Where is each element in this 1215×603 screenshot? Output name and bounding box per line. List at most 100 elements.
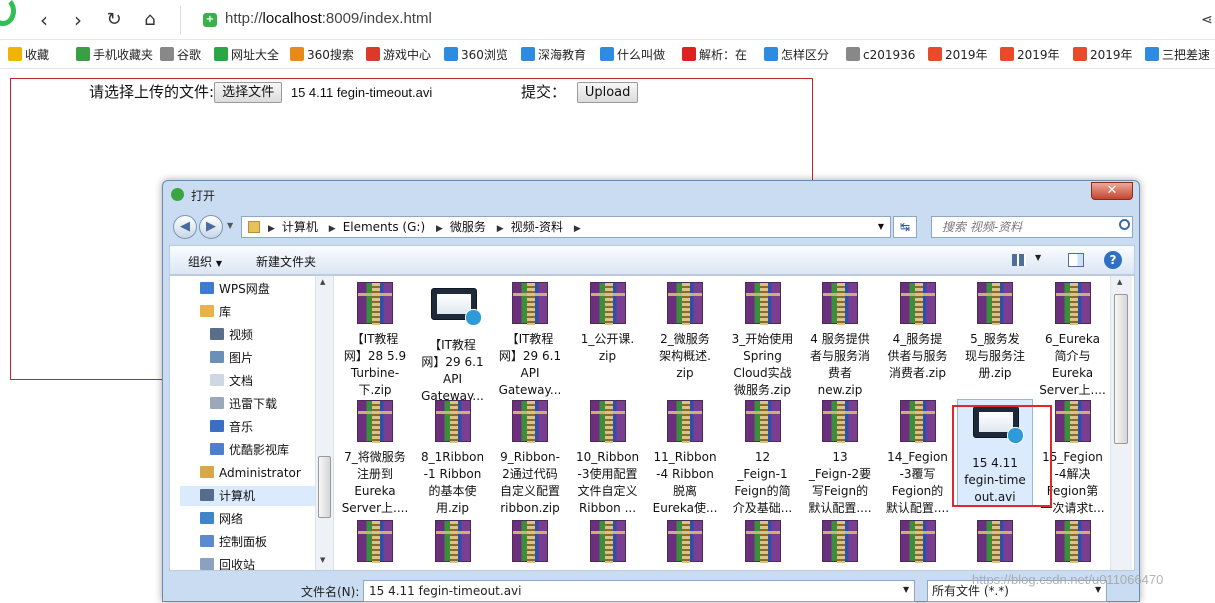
- file-item[interactable]: [803, 520, 877, 564]
- file-item[interactable]: 4 服务提供 者与服务消 费者 new.zip: [803, 282, 877, 399]
- file-item[interactable]: 3_开始使用 Spring Cloud实战 微服务.zip: [726, 282, 800, 399]
- breadcrumb-item[interactable]: 微服务: [450, 220, 486, 234]
- choose-file-button[interactable]: 选择文件: [214, 82, 283, 103]
- share-icon[interactable]: ⋖: [1195, 8, 1215, 32]
- breadcrumb-dropdown-icon[interactable]: ▼: [878, 217, 884, 237]
- bookmark-item[interactable]: 解析：在: [682, 46, 747, 64]
- file-icon: [586, 282, 630, 326]
- file-item[interactable]: 【IT教程 网】29 6.1 API Gateway...: [416, 282, 490, 405]
- file-name-line: Cloud实战: [733, 366, 792, 380]
- bookmark-item[interactable]: 怎样区分: [764, 46, 829, 64]
- file-item[interactable]: 13 _Feign-2要 写Feign的 默认配置....: [803, 400, 877, 517]
- address-bar[interactable]: + http://localhost:8009/index.html: [180, 6, 1180, 34]
- bookmark-item[interactable]: 2019年: [928, 46, 988, 64]
- file-item[interactable]: 11_Ribbon -4 Ribbon 脱离 Eureka使...: [648, 400, 722, 517]
- file-scrollbar[interactable]: ▲: [1110, 276, 1132, 570]
- file-item[interactable]: 【IT教程 网】28 5.9 Turbine- 下.zip: [338, 282, 412, 399]
- file-item[interactable]: [338, 520, 412, 564]
- reload-icon[interactable]: ↻: [102, 8, 126, 32]
- dialog-back-icon[interactable]: ◀: [173, 215, 197, 239]
- nav-item[interactable]: 图片: [210, 348, 253, 368]
- nav-scrollbar[interactable]: ▲ ▼: [315, 276, 333, 570]
- preview-pane-icon[interactable]: [1068, 253, 1084, 267]
- filename-input[interactable]: 15 4.11 fegin-timeout.avi: [363, 580, 915, 602]
- bookmark-item[interactable]: c201936: [846, 46, 915, 64]
- file-item[interactable]: [493, 520, 567, 564]
- file-item[interactable]: [648, 520, 722, 564]
- filename-dropdown-icon[interactable]: ▼: [903, 585, 909, 594]
- file-name-line: 用.zip: [435, 501, 470, 515]
- help-icon[interactable]: ?: [1104, 251, 1122, 269]
- bookmark-item[interactable]: 收藏: [8, 46, 49, 64]
- bookmark-icon: [764, 47, 778, 61]
- file-item[interactable]: [881, 520, 955, 564]
- file-item[interactable]: 2_微服务 架构概述. zip: [648, 282, 722, 382]
- nav-item[interactable]: 控制面板: [200, 532, 267, 552]
- breadcrumb-item[interactable]: 计算机: [282, 220, 318, 234]
- nav-item[interactable]: 库: [200, 302, 231, 322]
- nav-item[interactable]: WPS网盘: [200, 279, 270, 299]
- bookmark-item[interactable]: 360浏览: [444, 46, 508, 64]
- file-item[interactable]: [571, 520, 645, 564]
- breadcrumb[interactable]: ▶ 计算机 ▶ Elements (G:) ▶ 微服务 ▶ 视频-资料 ▶ ▼: [241, 216, 891, 238]
- file-item[interactable]: [958, 520, 1032, 564]
- bookmark-item[interactable]: 网址大全: [214, 46, 279, 64]
- file-item[interactable]: 6_Eureka 简介与 Eureka Server上....: [1036, 282, 1110, 399]
- bookmark-item[interactable]: 360搜索: [290, 46, 354, 64]
- nav-item[interactable]: 网络: [200, 509, 243, 529]
- file-item[interactable]: [1036, 520, 1110, 564]
- file-item[interactable]: 5_服务发 现与服务注 册.zip: [958, 282, 1032, 382]
- file-item[interactable]: [726, 520, 800, 564]
- nav-item[interactable]: 迅雷下载: [210, 394, 277, 414]
- file-icon: [818, 282, 862, 326]
- history-dropdown-icon[interactable]: ▼: [227, 221, 233, 230]
- view-options-icon[interactable]: [1012, 254, 1026, 266]
- nav-item[interactable]: Administrator: [200, 463, 301, 483]
- file-item[interactable]: 8_1Ribbon -1 Ribbon 的基本使 用.zip: [416, 400, 490, 517]
- file-item[interactable]: 9_Ribbon- 2通过代码 自定义配置 ribbon.zip: [493, 400, 567, 517]
- organize-button[interactable]: 组织 ▼: [188, 253, 222, 270]
- nav-item[interactable]: 音乐: [210, 417, 253, 437]
- new-folder-button[interactable]: 新建文件夹: [256, 253, 316, 270]
- nav-item[interactable]: 回收站: [200, 555, 255, 570]
- nav-scroll-thumb[interactable]: [318, 456, 331, 518]
- search-input[interactable]: 搜索 视频-资料: [931, 216, 1133, 238]
- nav-item[interactable]: 优酷影视库: [210, 440, 289, 460]
- view-dropdown-icon[interactable]: ▼: [1035, 253, 1041, 262]
- dialog-forward-icon[interactable]: ▶: [199, 215, 223, 239]
- nav-item[interactable]: 视频: [210, 325, 253, 345]
- upload-button[interactable]: Upload: [576, 82, 639, 103]
- bookmark-item[interactable]: 深海教育: [521, 46, 586, 64]
- file-scroll-thumb[interactable]: [1114, 294, 1128, 444]
- scroll-up-icon[interactable]: ▲: [1117, 278, 1122, 286]
- bookmark-item[interactable]: 什么叫做: [600, 46, 665, 64]
- bookmark-item[interactable]: 手机收藏夹: [76, 46, 153, 64]
- nav-item[interactable]: 计算机: [180, 486, 318, 506]
- dialog-close-button[interactable]: ✕: [1091, 182, 1133, 200]
- file-item[interactable]: 7_将微服务 注册到 Eureka Server上....: [338, 400, 412, 517]
- nav-item[interactable]: 文档: [210, 371, 253, 391]
- scroll-down-icon[interactable]: ▼: [320, 556, 325, 564]
- file-item[interactable]: 4_服务提 供者与服务 消费者.zip: [881, 282, 955, 382]
- file-item[interactable]: 10_Ribbon -3使用配置 文件自定义 Ribbon ...: [571, 400, 645, 517]
- bookmark-item[interactable]: 2019年: [1000, 46, 1060, 64]
- file-item[interactable]: 14_Fegion -3覆写 Fegion的 默认配置....: [881, 400, 955, 517]
- breadcrumb-item[interactable]: Elements (G:): [343, 220, 425, 234]
- search-icon[interactable]: [1119, 219, 1130, 230]
- bookmark-item[interactable]: 游戏中心: [366, 46, 431, 64]
- file-item[interactable]: [416, 520, 490, 564]
- file-item[interactable]: 12 _Feign-1 Feign的简 介及基础...: [726, 400, 800, 517]
- file-item[interactable]: 1_公开课. zip: [571, 282, 645, 365]
- refresh-icon[interactable]: ↹: [893, 216, 917, 238]
- bookmark-icon: [521, 47, 535, 61]
- bookmark-item[interactable]: 三把差速: [1145, 46, 1210, 64]
- back-icon[interactable]: ‹: [32, 8, 56, 32]
- file-name-line: 写Feign的: [811, 484, 869, 498]
- scroll-up-icon[interactable]: ▲: [320, 278, 325, 286]
- bookmark-item[interactable]: 2019年: [1073, 46, 1133, 64]
- home-icon[interactable]: ⌂: [138, 8, 162, 32]
- bookmark-item[interactable]: 谷歌: [160, 46, 201, 64]
- file-item[interactable]: 【IT教程 网】29 6.1 API Gateway...: [493, 282, 567, 399]
- forward-icon[interactable]: ›: [66, 8, 90, 32]
- breadcrumb-item[interactable]: 视频-资料: [511, 220, 563, 234]
